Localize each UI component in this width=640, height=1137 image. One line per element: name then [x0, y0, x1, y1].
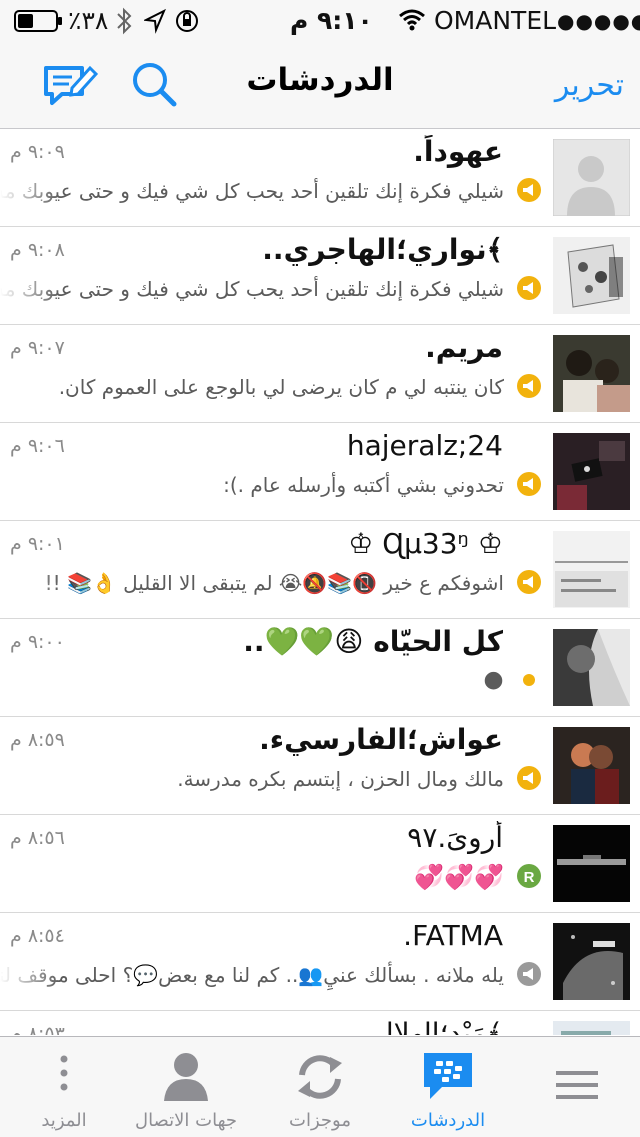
feeds-refresh-icon [290, 1049, 350, 1105]
chat-row[interactable]: 24;hajeralz ٩:٠٦ م تحدوني بشي أكتبه وأرس… [0, 423, 640, 521]
broadcast-icon [516, 373, 542, 399]
chat-row[interactable]: مريم. ٩:٠٧ م كان ينتبه لي م كان يرضى لي … [0, 325, 640, 423]
signal-strength: ●●●●● [557, 9, 640, 33]
tab-label: موجزات [289, 1110, 351, 1131]
chat-time: ٩:٠٧ م [10, 337, 65, 359]
chat-time: ٨:٥٦ م [10, 827, 65, 849]
fade-overlay [0, 271, 60, 311]
rotation-lock-icon [174, 6, 200, 36]
avatar [553, 727, 630, 804]
chat-name: FATMA. [403, 919, 503, 952]
navigation-bar: الدردشات تحرير [0, 40, 640, 129]
avatar [553, 139, 630, 216]
broadcast-icon [516, 471, 542, 497]
avatar [553, 335, 630, 412]
avatar [553, 237, 630, 314]
chat-name: 24;hajeralz [346, 429, 503, 462]
avatar [553, 531, 630, 608]
chat-row[interactable]: كل الحيّاه 😩💚💚.. ٩:٠٠ م 🌑 [0, 619, 640, 717]
broadcast-icon [516, 177, 542, 203]
avatar [553, 1021, 630, 1035]
chat-list[interactable]: عهوداً. ٩:٠٩ م شيلي فكرة إنك تلقين أحد ي… [0, 129, 640, 1035]
page-title: الدردشات [246, 62, 394, 98]
menu-icon [546, 1067, 606, 1123]
tab-more[interactable]: المزيد [0, 1037, 128, 1137]
contacts-icon [156, 1049, 216, 1105]
tab-label: جهات الاتصال [134, 1110, 238, 1131]
chat-time: ٨:٥٤ م [10, 925, 65, 947]
chat-time: ٩:٠٠ م [10, 631, 65, 653]
avatar [553, 923, 630, 1000]
chat-time: ٨:٥٣ م [10, 1023, 65, 1035]
chats-icon [418, 1049, 478, 1105]
chat-preview: اشوفكم ع خير 📵📚🔕😭 لم يتبقى الا القليل 👌📚… [44, 571, 504, 595]
chat-preview: يله ملانه . بسألك عنيِ👥.. كم لنا مع بعض💬… [0, 963, 504, 987]
tab-label: المزيد [41, 1110, 87, 1131]
fade-overlay [0, 957, 60, 997]
chat-name: ﴾مَبْد؛الهلال [373, 1017, 503, 1035]
battery-icon [14, 6, 64, 36]
bluetooth-icon [114, 6, 134, 36]
location-icon [142, 6, 166, 36]
wifi-icon [398, 6, 426, 36]
status-bar: ٪٣٨ ٩:١٠ م OMANTEL ●●●●● [0, 0, 640, 40]
svg-text:R: R [524, 869, 535, 886]
chat-name: عهوداً. [413, 135, 503, 168]
chat-row[interactable]: ♔ Ɋμ33ᵑ ♔ ٩:٠١ م اشوفكم ع خير 📵📚🔕😭 لم يت… [0, 521, 640, 619]
tab-chats[interactable]: الدردشات [384, 1037, 512, 1137]
chat-preview: 💞💞💞 [414, 863, 504, 891]
chat-name: مريم. [425, 331, 503, 364]
chat-preview: كان ينتبه لي م كان يرضى لي بالوجع على ال… [58, 375, 504, 399]
chat-row[interactable]: ﴾مَبْد؛الهلال ٨:٥٣ م [0, 1011, 640, 1035]
chat-row[interactable]: ﴾نواري؛الهاجري.. ٩:٠٨ م شيلي فكرة إنك تل… [0, 227, 640, 325]
chat-preview: تحدوني بشي أكتبه وأرسله عام .): [223, 473, 504, 497]
broadcast-icon [516, 765, 542, 791]
chat-name: كل الحيّاه 😩💚💚.. [243, 625, 503, 658]
fade-overlay [0, 565, 60, 605]
chat-preview: 🌑 [483, 669, 504, 693]
read-receipt-icon: R [516, 863, 542, 889]
tab-label: الدردشات [410, 1110, 486, 1131]
chat-time: ٨:٥٩ م [10, 729, 65, 751]
chat-name: أروىَ.٩٧ [407, 821, 503, 854]
more-dots-icon [34, 1049, 94, 1105]
chat-preview: شيلي فكرة إنك تلقين أحد يحب كل شي فيك و … [0, 277, 504, 301]
avatar [553, 825, 630, 902]
fade-overlay [0, 173, 60, 213]
chat-preview: مالك ومال الحزن ، إبتسم بكره مدرسة. [177, 767, 504, 791]
avatar [553, 629, 630, 706]
chat-name: ﴾نواري؛الهاجري.. [262, 233, 503, 266]
tab-menu[interactable] [512, 1037, 640, 1137]
broadcast-icon [516, 275, 542, 301]
chat-time: ٩:٠١ م [10, 533, 65, 555]
chat-name: ♔ Ɋμ33ᵑ ♔ [348, 527, 503, 560]
chat-row[interactable]: R أروىَ.٩٧ ٨:٥٦ م 💞💞💞 [0, 815, 640, 913]
edit-button[interactable]: تحرير [555, 68, 624, 103]
status-time: ٩:١٠ م [290, 6, 373, 35]
avatar [553, 433, 630, 510]
battery-percent: ٪٣٨ [68, 6, 109, 35]
chat-preview: شيلي فكرة إنك تلقين أحد يحب كل شي فيك و … [0, 179, 504, 203]
tab-feeds[interactable]: موجزات [256, 1037, 384, 1137]
tab-bar: المزيد جهات الاتصال موجزات الدردشات [0, 1036, 640, 1137]
chat-name: عواش؛الفارسيء. [259, 723, 503, 756]
broadcast-icon [516, 961, 542, 987]
chat-row[interactable]: عهوداً. ٩:٠٩ م شيلي فكرة إنك تلقين أحد ي… [0, 129, 640, 227]
chat-time: ٩:٠٩ م [10, 141, 65, 163]
status-dot-icon [516, 667, 542, 693]
chat-time: ٩:٠٨ م [10, 239, 65, 261]
tab-contacts[interactable]: جهات الاتصال [122, 1037, 250, 1137]
chat-row[interactable]: عواش؛الفارسيء. ٨:٥٩ م مالك ومال الحزن ، … [0, 717, 640, 815]
carrier-name: OMANTEL [434, 6, 557, 35]
chat-time: ٩:٠٦ م [10, 435, 65, 457]
chat-row[interactable]: FATMA. ٨:٥٤ م يله ملانه . بسألك عنيِ👥.. … [0, 913, 640, 1011]
broadcast-icon [516, 569, 542, 595]
